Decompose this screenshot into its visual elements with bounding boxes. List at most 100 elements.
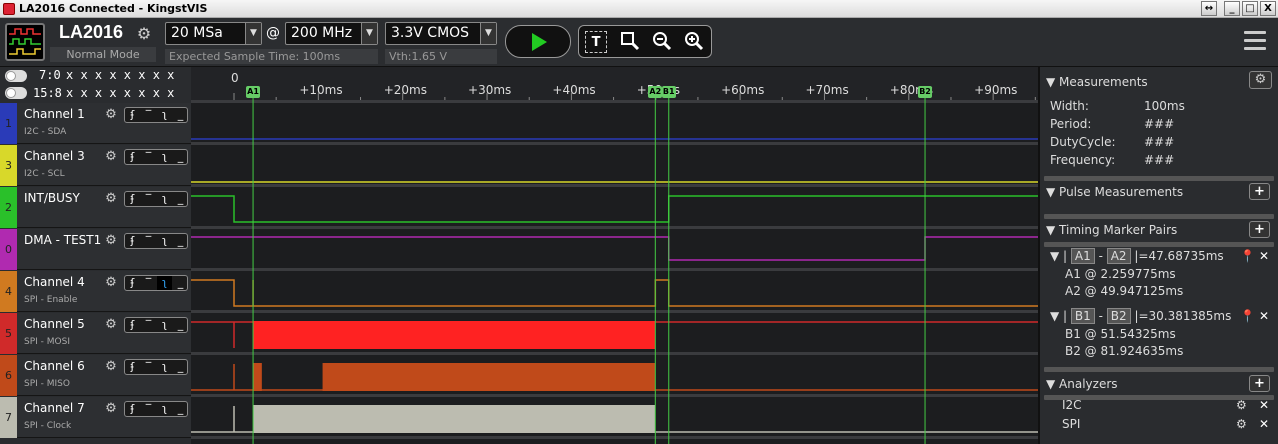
channel-row[interactable]: 2 INT/BUSY ⚙ ʄ ‾ ʅ _ bbox=[0, 187, 191, 228]
channel-row[interactable]: 5 Channel 5 SPI - MOSI ⚙ ʄ ‾ ʅ _ bbox=[0, 313, 191, 354]
trigger-edge-button[interactable]: ʄ bbox=[125, 234, 140, 248]
trigger-edge-button[interactable]: _ bbox=[173, 234, 188, 248]
measurements-settings-gear-icon[interactable]: ⚙ bbox=[1249, 71, 1272, 89]
remove-analyzer-button[interactable]: ✕ bbox=[1259, 417, 1269, 431]
marker-flag[interactable]: B1 bbox=[661, 86, 676, 98]
pin-icon[interactable]: 📍 bbox=[1240, 309, 1255, 323]
channel-row[interactable]: 4 Channel 4 SPI - Enable ⚙ ʄ ‾ ʅ _ bbox=[0, 271, 191, 312]
analyzer-gear-icon[interactable]: ⚙ bbox=[1236, 398, 1247, 412]
trigger-edge-button[interactable]: ‾ bbox=[141, 150, 156, 164]
timing-header[interactable]: ▼ Timing Marker Pairs bbox=[1046, 223, 1177, 237]
trigger-edge-button[interactable]: ʅ bbox=[157, 360, 172, 374]
pulse-header[interactable]: ▼ Pulse Measurements bbox=[1046, 185, 1183, 199]
channel-gear-icon[interactable]: ⚙ bbox=[103, 191, 119, 207]
trigger-edge-button[interactable]: ‾ bbox=[141, 402, 156, 416]
channel-gear-icon[interactable]: ⚙ bbox=[103, 107, 119, 123]
marker-flag[interactable]: B2 bbox=[918, 86, 933, 98]
marker-flag[interactable]: A2 bbox=[648, 86, 663, 98]
channel-name[interactable]: Channel 6 bbox=[24, 359, 85, 373]
channel-name[interactable]: Channel 7 bbox=[24, 401, 85, 415]
add-analyzer-button[interactable]: + bbox=[1249, 375, 1270, 392]
trigger-edge-button[interactable]: ‾ bbox=[141, 318, 156, 332]
device-mode: Normal Mode bbox=[50, 47, 156, 62]
frequency-select[interactable]: 200 MHz ▼ bbox=[285, 22, 378, 45]
sample-rate-select[interactable]: 20 MSa ▼ bbox=[165, 22, 262, 45]
channel-gear-icon[interactable]: ⚙ bbox=[103, 233, 119, 249]
trigger-edge-button[interactable]: _ bbox=[173, 192, 188, 206]
trigger-edge-button[interactable]: ʄ bbox=[125, 192, 140, 206]
trigger-edge-button[interactable]: ‾ bbox=[141, 360, 156, 374]
minimize-button[interactable]: _ bbox=[1224, 1, 1240, 16]
channel-row[interactable]: 3 Channel 3 I2C - SCL ⚙ ʄ ‾ ʅ _ bbox=[0, 145, 191, 186]
text-tool-icon[interactable]: T bbox=[585, 31, 607, 53]
trigger-edge-button[interactable]: _ bbox=[173, 150, 188, 164]
zoom-fit-icon[interactable] bbox=[619, 31, 641, 53]
channel-row[interactable]: 7 Channel 7 SPI - Clock ⚙ ʄ ‾ ʅ _ bbox=[0, 397, 191, 438]
trigger-edge-button[interactable]: _ bbox=[173, 360, 188, 374]
trigger-edge-button[interactable]: _ bbox=[173, 108, 188, 122]
trigger-edge-button[interactable]: _ bbox=[173, 276, 188, 290]
trigger-edge-button[interactable]: ʄ bbox=[125, 318, 140, 332]
maximize-button[interactable]: □ bbox=[1242, 1, 1258, 16]
bus-toggle-low[interactable] bbox=[5, 70, 27, 82]
channel-gear-icon[interactable]: ⚙ bbox=[103, 275, 119, 291]
pin-icon[interactable]: 📍 bbox=[1240, 249, 1255, 263]
channel-row[interactable]: 0 DMA - TEST1 ⚙ ʄ ‾ ʅ _ bbox=[0, 229, 191, 270]
trigger-edge-button[interactable]: ʅ bbox=[157, 108, 172, 122]
channel-name[interactable]: DMA - TEST1 bbox=[24, 233, 101, 247]
start-button[interactable] bbox=[505, 25, 571, 58]
channel-name[interactable]: Channel 5 bbox=[24, 317, 85, 331]
trigger-edge-button[interactable]: ʅ bbox=[157, 318, 172, 332]
trigger-edge-button[interactable]: ʅ bbox=[157, 276, 172, 290]
remove-analyzer-button[interactable]: ✕ bbox=[1259, 398, 1269, 412]
trigger-edge-button[interactable]: ʅ bbox=[157, 192, 172, 206]
add-timing-pair-button[interactable]: + bbox=[1249, 221, 1270, 238]
waveform-area[interactable]: 0+10ms+20ms+30ms+40ms+50ms+60ms+70ms+80m… bbox=[191, 67, 1038, 444]
trigger-edge-button[interactable]: _ bbox=[173, 402, 188, 416]
bus-toggle-high[interactable] bbox=[5, 87, 27, 99]
channel-name[interactable]: Channel 1 bbox=[24, 107, 85, 121]
remove-pair-button[interactable]: ✕ bbox=[1259, 249, 1269, 263]
trigger-edge-button[interactable]: ‾ bbox=[141, 234, 156, 248]
device-settings-gear-icon[interactable]: ⚙ bbox=[134, 24, 154, 44]
analyzer-item[interactable]: I2C bbox=[1062, 398, 1082, 412]
zoom-out-icon[interactable] bbox=[651, 31, 673, 53]
remove-pair-button[interactable]: ✕ bbox=[1259, 309, 1269, 323]
add-pulse-button[interactable]: + bbox=[1249, 183, 1270, 200]
trigger-edge-button[interactable]: ‾ bbox=[141, 108, 156, 122]
trigger-edge-button[interactable]: ʄ bbox=[125, 276, 140, 290]
trigger-edge-button[interactable]: ‾ bbox=[141, 276, 156, 290]
channel-gear-icon[interactable]: ⚙ bbox=[103, 359, 119, 375]
channel-name[interactable]: Channel 3 bbox=[24, 149, 85, 163]
trigger-edge-button[interactable]: ʅ bbox=[157, 150, 172, 164]
trigger-edge-button[interactable]: ʄ bbox=[125, 360, 140, 374]
channel-name[interactable]: Channel 4 bbox=[24, 275, 85, 289]
trigger-edge-button[interactable]: ʅ bbox=[157, 402, 172, 416]
channel-name[interactable]: INT/BUSY bbox=[24, 191, 80, 205]
voltage-value: 3.3V CMOS bbox=[391, 25, 470, 41]
trigger-edge-button[interactable]: ʄ bbox=[125, 150, 140, 164]
trigger-edge-button[interactable]: ʄ bbox=[125, 108, 140, 122]
trigger-edge-button[interactable]: ‾ bbox=[141, 192, 156, 206]
marker-flag[interactable]: A1 bbox=[246, 86, 261, 98]
measurements-header[interactable]: ▼ Measurements bbox=[1046, 75, 1148, 89]
channel-gear-icon[interactable]: ⚙ bbox=[103, 317, 119, 333]
channel-gear-icon[interactable]: ⚙ bbox=[103, 149, 119, 165]
zoom-in-icon[interactable] bbox=[683, 31, 705, 53]
close-button[interactable]: X bbox=[1260, 1, 1276, 16]
analyzer-item[interactable]: SPI bbox=[1062, 417, 1080, 431]
hamburger-menu-icon[interactable] bbox=[1244, 31, 1266, 53]
view-tools: T bbox=[578, 25, 712, 58]
channel-row[interactable]: 6 Channel 6 SPI - MISO ⚙ ʄ ‾ ʅ _ bbox=[0, 355, 191, 396]
analyzers-header[interactable]: ▼ Analyzers bbox=[1046, 377, 1118, 391]
timing-pair[interactable]: ▼ | B1 - B2 |=30.381385ms bbox=[1050, 308, 1231, 324]
channel-gear-icon[interactable]: ⚙ bbox=[103, 401, 119, 417]
channel-row[interactable]: 1 Channel 1 I2C - SDA ⚙ ʄ ‾ ʅ _ bbox=[0, 103, 191, 144]
timing-pair[interactable]: ▼ | A1 - A2 |=47.68735ms bbox=[1050, 248, 1224, 264]
trigger-edge-button[interactable]: ʅ bbox=[157, 234, 172, 248]
analyzer-gear-icon[interactable]: ⚙ bbox=[1236, 417, 1247, 431]
resize-button[interactable]: ↔ bbox=[1201, 1, 1217, 16]
voltage-select[interactable]: 3.3V CMOS ▼ bbox=[385, 22, 497, 45]
trigger-edge-button[interactable]: ʄ bbox=[125, 402, 140, 416]
trigger-edge-button[interactable]: _ bbox=[173, 318, 188, 332]
